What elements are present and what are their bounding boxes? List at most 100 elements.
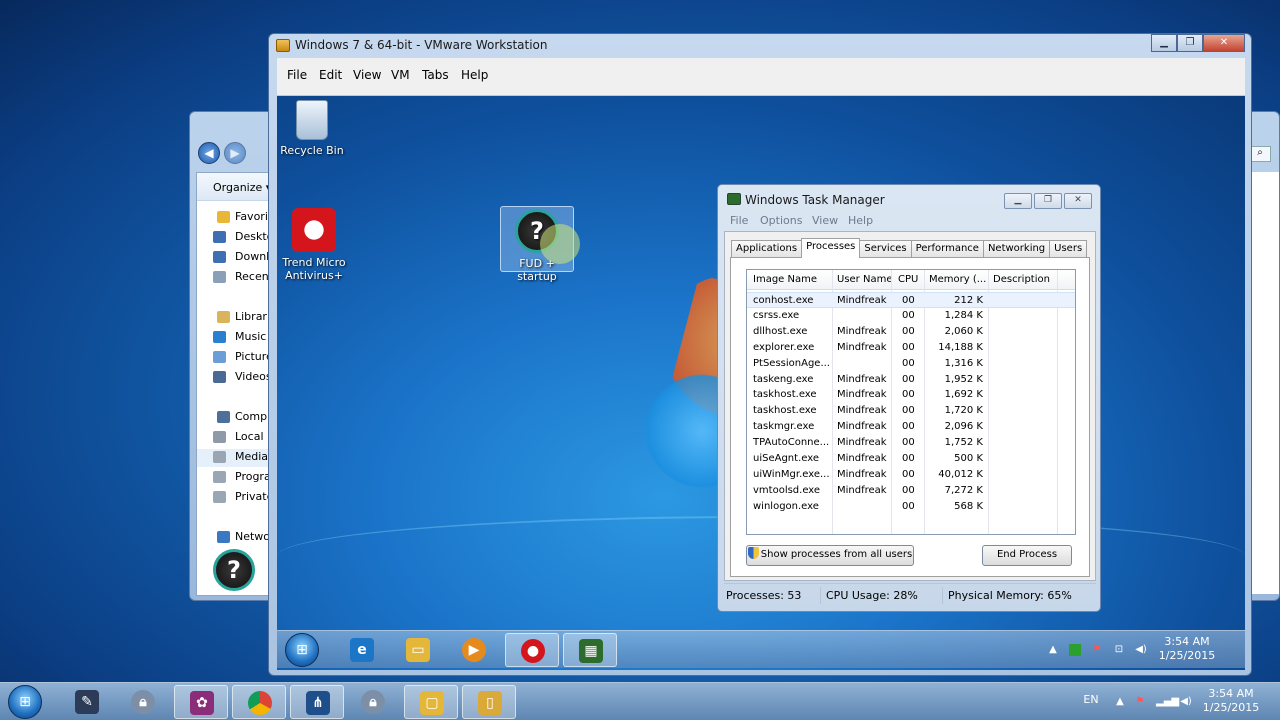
host-lock-app-2-button[interactable]: 🔒︎ [346,685,400,719]
host-date: 1/25/2015 [1202,701,1260,714]
col-user-name[interactable]: User Name [837,274,892,285]
process-row[interactable]: PtSessionAge... 00 1,316 K [747,356,1075,372]
host-action-center-icon[interactable]: ⚑ [1134,696,1146,708]
process-row[interactable]: uiWinMgr.exe... Mindfreak 00 40,012 K [747,467,1075,483]
guest-explorer-button[interactable]: ▭ [391,633,445,667]
tm-restore-button[interactable]: ❐ [1034,193,1062,209]
host-explorer-button[interactable]: ▢ [404,685,458,719]
process-row[interactable]: conhost.exe Mindfreak 00 212 K [747,292,1075,308]
user-name-cell: Mindfreak [837,453,887,464]
language-indicator[interactable]: EN [1076,693,1106,707]
process-row[interactable]: dllhost.exe Mindfreak 00 2,060 K [747,324,1075,340]
process-row[interactable]: taskhost.exe Mindfreak 00 1,692 K [747,387,1075,403]
nav-item-label: Music [235,330,267,343]
host-chrome-button[interactable] [232,685,286,719]
host-signal-icon[interactable]: ▂▄▆ [1156,696,1179,708]
minimize-button[interactable]: ▁ [1151,34,1177,52]
search-icon[interactable]: ⌕ [1249,146,1271,162]
cpu-cell: 00 [902,453,915,464]
host-show-hidden-icons-icon[interactable]: ▲ [1114,696,1126,708]
tm-minimize-button[interactable]: ▁ [1004,193,1032,209]
process-name-cell: uiWinMgr.exe... [753,468,830,480]
desktop-icon [213,231,226,243]
tm-menu-view[interactable]: View [812,214,838,227]
tab-performance[interactable]: Performance [910,240,984,257]
process-row[interactable]: taskhost.exe Mindfreak 00 1,720 K [747,403,1075,419]
host-start-orb-icon[interactable]: ⊞ [8,685,42,719]
host-volume-icon[interactable]: ◀) [1180,696,1192,708]
media-app-icon: ✿ [190,691,214,715]
recycle-bin-icon[interactable]: Recycle Bin [277,100,352,157]
col-image-name[interactable]: Image Name [753,274,817,285]
guest-trend-micro-button[interactable]: ● [505,633,559,667]
cpu-cell: 00 [902,325,915,337]
col-description[interactable]: Description [993,274,1050,285]
forward-icon[interactable]: ▶ [224,142,246,164]
tab-processes[interactable]: Processes [801,238,861,258]
host-media-app-button[interactable]: ✿ [174,685,228,719]
tm-menu-options[interactable]: Options [760,214,802,227]
process-row[interactable]: csrss.exe 00 1,284 K [747,308,1075,324]
process-row[interactable]: uiSeAgnt.exe Mindfreak 00 500 K [747,451,1075,467]
action-center-icon[interactable]: ⚑ [1091,644,1103,656]
memory-cell: 500 K [954,453,983,464]
tm-menu-file[interactable]: File [730,214,748,227]
tab-users[interactable]: Users [1049,240,1088,257]
guest-taskbar: ⊞ e ▭ ▶ ● ▦ ▲ ⚑ ⊡ ◀) 3:54 AM 1/25/2015 [277,630,1245,668]
guest-start-orb-icon[interactable]: ⊞ [285,633,319,667]
tm-close-button[interactable]: ✕ [1064,193,1092,209]
col-cpu[interactable]: CPU [898,274,918,285]
restore-button[interactable]: ❐ [1177,34,1203,52]
user-name-cell: Mindfreak [837,341,887,353]
tm-menu-help[interactable]: Help [848,214,873,227]
process-row[interactable]: TPAutoConne... Mindfreak 00 1,752 K [747,435,1075,451]
show-all-processes-button[interactable]: Show processes from all users [746,545,914,566]
menu-tabs[interactable]: Tabs [422,68,449,82]
volume-icon[interactable]: ◀) [1135,644,1147,656]
organize-button[interactable]: Organize ▾ [213,181,271,194]
process-row[interactable]: explorer.exe Mindfreak 00 14,188 K [747,340,1075,356]
col-memory[interactable]: Memory (... [929,274,986,285]
process-row[interactable]: winlogon.exe 00 568 K [747,499,1075,515]
host-pen-app-button[interactable]: ✎ [60,685,114,719]
host-vmware-button[interactable]: ⋔ [290,685,344,719]
cpu-cell: 00 [902,437,915,449]
process-row[interactable]: taskeng.exe Mindfreak 00 1,952 K [747,372,1075,388]
menu-file[interactable]: File [287,68,307,82]
guest-media-player-button[interactable]: ▶ [447,633,501,667]
host-lock-app-button[interactable]: 🔒︎ [116,685,170,719]
processes-panel: Image Name User Name CPU Memory (... Des… [730,257,1090,577]
menu-view[interactable]: View [353,68,381,82]
videos-icon [213,371,226,383]
network-icon[interactable]: ⊡ [1113,644,1125,656]
memory-cell: 2,096 K [944,421,983,433]
recycle-bin-label: Recycle Bin [280,144,344,157]
tab-networking[interactable]: Networking [982,240,1051,257]
vmware-tools-icon[interactable] [1069,644,1081,656]
host-folder-button[interactable]: ▯ [462,685,516,719]
user-name-cell: Mindfreak [837,325,887,337]
end-process-button[interactable]: End Process [982,545,1072,566]
process-row[interactable]: vmtoolsd.exe Mindfreak 00 7,272 K [747,483,1075,499]
process-name-cell: winlogon.exe [753,500,819,512]
process-row[interactable]: taskmgr.exe Mindfreak 00 2,096 K [747,419,1075,435]
cpu-cell: 00 [902,373,915,385]
guest-ie-button[interactable]: e [335,633,389,667]
menu-edit[interactable]: Edit [319,68,342,82]
back-icon[interactable]: ◀ [198,142,220,164]
menu-vm[interactable]: VM [391,68,410,82]
guest-task-manager-button[interactable]: ▦ [563,633,617,667]
recent-places-icon [213,271,226,283]
drive-icon [213,451,226,463]
trend-micro-shortcut[interactable]: Trend Micro Antivirus+ [277,208,354,282]
tab-services[interactable]: Services [859,240,912,257]
user-name-cell: Mindfreak [837,437,887,449]
show-hidden-icons-icon[interactable]: ▲ [1047,644,1059,656]
guest-clock[interactable]: 3:54 AM 1/25/2015 [1157,635,1217,663]
close-button[interactable]: ✕ [1203,34,1245,52]
recycle-bin-image [296,100,328,140]
menu-help[interactable]: Help [461,68,488,82]
host-clock[interactable]: 3:54 AM 1/25/2015 [1196,687,1266,715]
tab-applications[interactable]: Applications [731,240,803,257]
show-all-processes-label: Show processes from all users [760,549,913,560]
